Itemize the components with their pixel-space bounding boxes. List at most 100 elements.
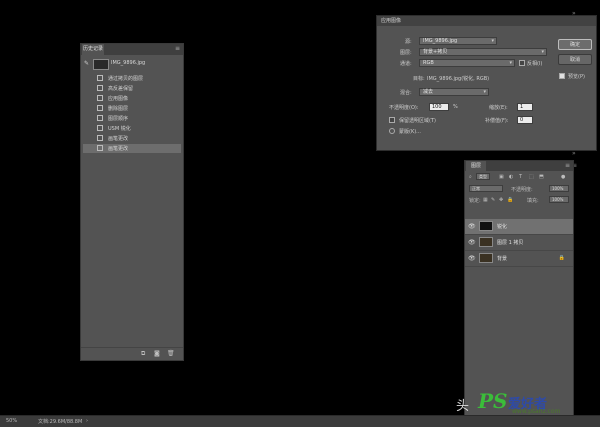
new-document-icon[interactable]: ⧉	[141, 350, 145, 358]
layer-row-selected[interactable]: 👁 锐化	[465, 219, 573, 235]
filter-kind-icon[interactable]: ⌕	[469, 174, 472, 180]
preview-checkbox[interactable]	[559, 73, 565, 79]
state-icon	[97, 115, 103, 121]
camera-icon[interactable]: ◙	[154, 350, 160, 357]
layer-thumbnail	[479, 253, 493, 263]
offset-label: 补偿值(F):	[485, 118, 509, 124]
lock-position-icon[interactable]: ✥	[499, 197, 503, 203]
history-state[interactable]: 删除图层	[83, 104, 181, 113]
filter-shape-icon[interactable]: ⬚	[529, 174, 534, 180]
zoom-level[interactable]: 50%	[6, 418, 17, 424]
mask-toggle[interactable]	[389, 128, 395, 134]
trash-icon[interactable]: 🗑	[167, 350, 175, 357]
blend-mode-value: 正常	[472, 186, 480, 191]
history-state[interactable]: 图层顺序	[83, 114, 181, 123]
mask-label[interactable]: 蒙版(K)...	[399, 128, 421, 135]
watermark-url: www.psahz.com	[512, 408, 561, 415]
layer-opacity-value: 100%	[552, 186, 564, 191]
state-icon	[97, 95, 103, 101]
eye-icon[interactable]: 👁	[468, 239, 476, 246]
source-select[interactable]: IMG_9896.jpg ▾	[419, 37, 497, 45]
history-state[interactable]: 高反差保留	[83, 84, 181, 93]
history-state[interactable]: 应用图像	[83, 94, 181, 103]
lock-icon: 🔒	[558, 255, 565, 261]
blending-value: 减去	[423, 89, 434, 95]
kind-select[interactable]: 类型	[476, 173, 490, 180]
layer-name: 锐化	[497, 224, 508, 230]
history-state-label: 画笔更改	[108, 136, 129, 142]
opacity-input[interactable]: 100	[429, 103, 449, 111]
history-footer: ⧉ ◙ 🗑	[81, 347, 183, 360]
lock-pixels-icon[interactable]: ✎	[491, 197, 495, 203]
document-info: 文档:29.6M/88.8M	[38, 419, 83, 425]
layer-select[interactable]: 背景+拷贝 ▾	[419, 48, 547, 56]
fill-input[interactable]: 100%	[549, 196, 569, 203]
layer-row[interactable]: 👁 图层 1 拷贝	[465, 235, 573, 251]
kind-value: 类型	[479, 174, 487, 179]
history-state-selected[interactable]: 画笔更改	[83, 144, 181, 153]
layer-opacity-input[interactable]: 100%	[549, 185, 569, 192]
scale-label: 缩放(E):	[489, 105, 508, 111]
target-value: IMG_9896.jpg(锐化, RGB)	[427, 76, 490, 82]
source-label: 源:	[405, 39, 412, 45]
blend-mode-select[interactable]: 正常	[469, 185, 503, 192]
history-tabbar: 历史记录 ≡	[81, 44, 183, 55]
invert-label: 反相(I)	[527, 61, 543, 67]
opacity-label: 不透明度(O):	[389, 105, 419, 111]
fill-value: 100%	[552, 197, 564, 202]
history-tab[interactable]: 历史记录	[82, 44, 104, 55]
filter-toggle-icon[interactable]: ●	[561, 174, 565, 180]
filter-pixel-icon[interactable]: ▣	[499, 174, 504, 180]
chevron-down-icon: ▾	[491, 38, 494, 44]
panel-menu-icon[interactable]: ≡	[565, 163, 570, 169]
invert-checkbox[interactable]	[519, 60, 525, 66]
state-icon	[97, 145, 103, 151]
scale-input[interactable]: 1	[517, 103, 533, 111]
layer-name: 背景	[497, 256, 508, 262]
fill-label: 填充:	[527, 198, 539, 204]
apply-image-dialog: 应用图像 源: IMG_9896.jpg ▾ 图层: 背景+拷贝 ▾ 通道: RGB…	[376, 15, 597, 151]
history-snapshot[interactable]: ✎ IMG_9896.jpg	[83, 58, 179, 70]
lock-all-icon[interactable]: 🔒	[507, 197, 513, 203]
status-expand-icon[interactable]: ›	[86, 418, 88, 424]
history-state[interactable]: 画笔更改	[83, 134, 181, 143]
channel-select[interactable]: RGB ▾	[419, 59, 515, 67]
blending-select[interactable]: 减去 ▾	[419, 88, 489, 96]
layer-value: 背景+拷贝	[423, 49, 448, 55]
target-label: 目标:	[413, 76, 425, 82]
layer-row[interactable]: 👁 背景 🔒	[465, 251, 573, 267]
opacity-unit: %	[453, 104, 458, 110]
history-state[interactable]: 通过拷贝的图层	[83, 74, 181, 83]
history-state-label: 应用图像	[108, 96, 129, 102]
collapse-icon[interactable]: »	[572, 150, 576, 157]
layer-name: 图层 1 拷贝	[497, 240, 524, 246]
snapshot-thumbnail	[93, 59, 109, 70]
chevron-down-icon: ▾	[509, 60, 512, 66]
eye-icon[interactable]: 👁	[468, 255, 476, 262]
history-state[interactable]: USM 锐化	[83, 124, 181, 133]
filter-type-icon[interactable]: T	[519, 174, 522, 180]
channel-label: 通道:	[400, 61, 412, 67]
offset-input[interactable]: 0	[517, 116, 533, 124]
layer-thumbnail	[479, 221, 493, 231]
history-state-label: 画笔更改	[108, 146, 129, 152]
history-brush-icon[interactable]: ✎	[84, 60, 89, 67]
filter-smart-icon[interactable]: ⬒	[539, 174, 544, 180]
history-state-label: 高反差保留	[108, 86, 134, 92]
collapse-icon[interactable]: »	[572, 10, 576, 17]
state-icon	[97, 85, 103, 91]
blending-label: 混合:	[400, 90, 412, 96]
lock-label: 锁定:	[469, 198, 481, 204]
layer-thumbnail	[479, 237, 493, 247]
layers-tab[interactable]: 图层	[466, 161, 486, 171]
panel-menu-icon[interactable]: ≡	[175, 46, 180, 52]
layer-opacity-label: 不透明度:	[511, 187, 533, 193]
snapshot-name: IMG_9896.jpg	[111, 60, 146, 66]
watermark-prefix: 头	[456, 399, 470, 414]
preserve-transparency-checkbox[interactable]	[389, 117, 395, 123]
eye-icon[interactable]: 👁	[468, 223, 476, 230]
source-value: IMG_9896.jpg	[423, 38, 458, 44]
filter-adjustment-icon[interactable]: ◐	[509, 174, 513, 180]
lock-transparency-icon[interactable]: ▦	[483, 197, 488, 203]
state-icon	[97, 135, 103, 141]
